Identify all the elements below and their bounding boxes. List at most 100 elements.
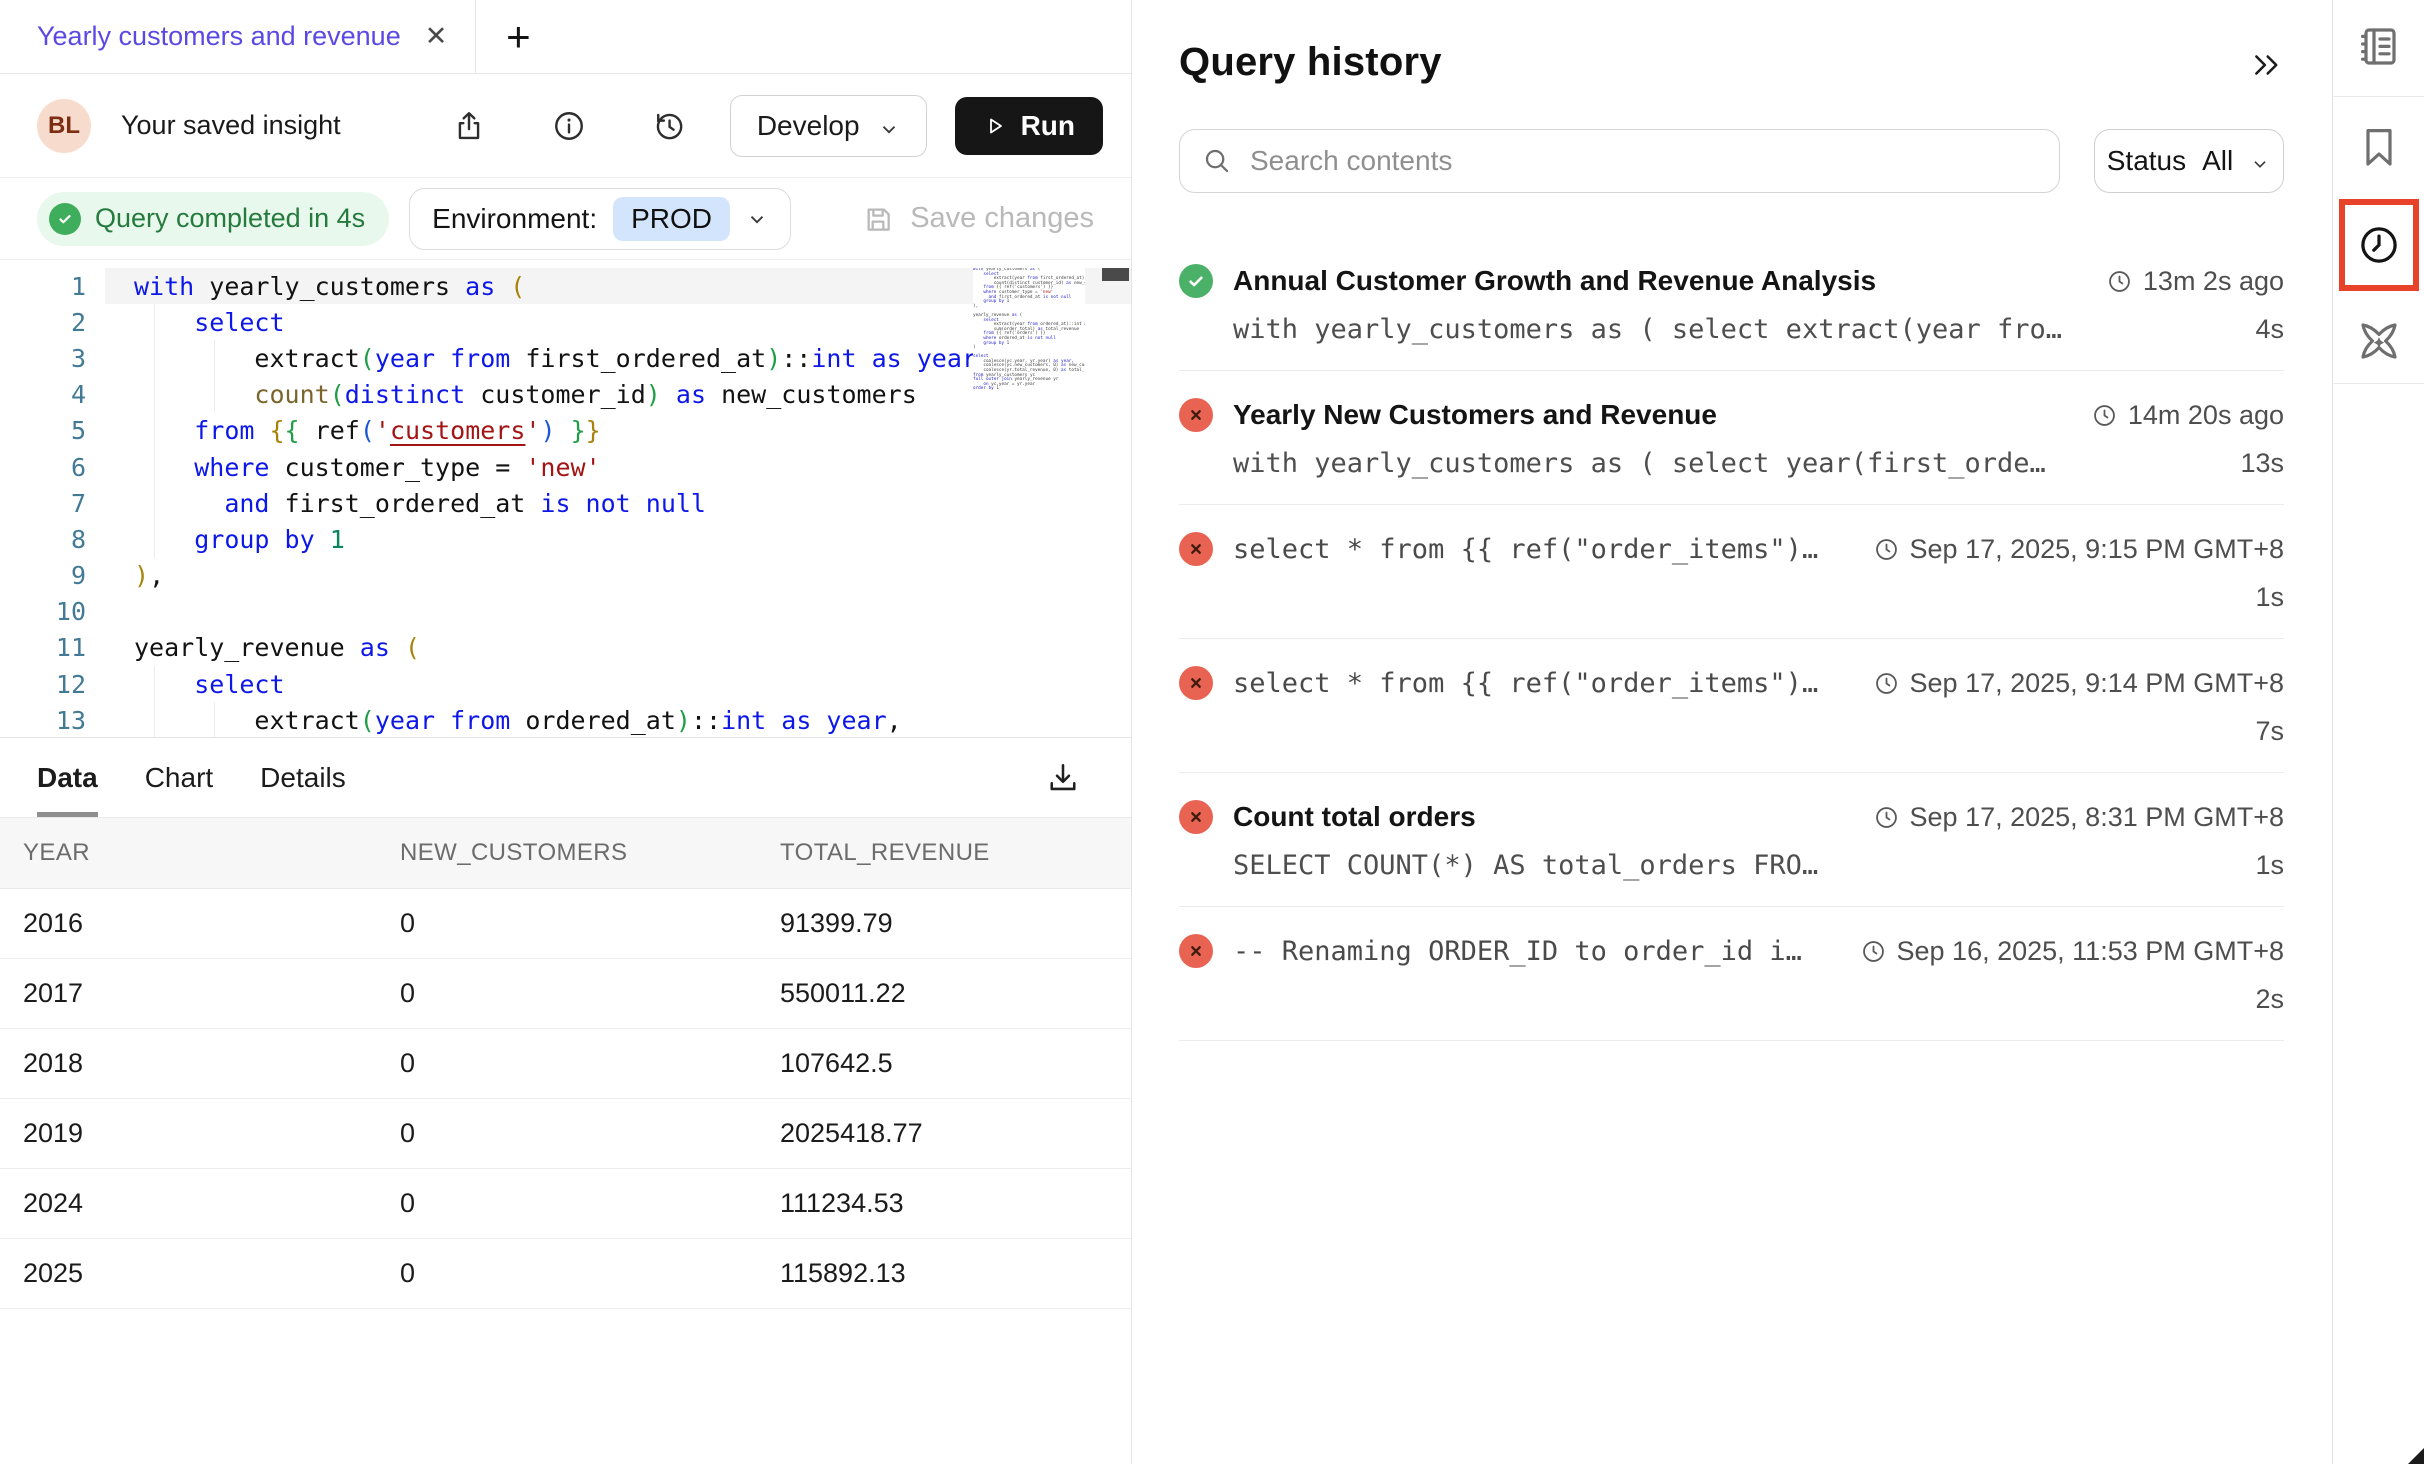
- code-text: group by 1: [86, 525, 345, 554]
- column-header: NEW_CUSTOMERS: [400, 839, 780, 867]
- status-bar: Query completed in 4s Environment: PROD …: [0, 178, 1131, 260]
- save-icon: [862, 203, 894, 235]
- environment-select[interactable]: Environment: PROD: [409, 188, 791, 250]
- develop-dropdown[interactable]: Develop: [730, 95, 927, 157]
- table-cell: 115892.13: [780, 1258, 1131, 1289]
- tab-data[interactable]: Data: [37, 738, 98, 817]
- query-history-panel: Query history Status All Annual Customer…: [1132, 0, 2332, 1464]
- sidebar-divider: [2333, 383, 2424, 384]
- header-actions: [452, 109, 686, 143]
- version-history-icon[interactable]: [652, 109, 686, 143]
- table-cell: 0: [400, 978, 780, 1009]
- line-number: 4: [0, 380, 86, 409]
- editor-scrollbar-thumb[interactable]: [1102, 268, 1129, 281]
- status-filter-value: All: [2202, 145, 2233, 177]
- search-icon: [1202, 146, 1232, 176]
- history-item-time: 14m 20s ago: [2071, 400, 2284, 431]
- table-cell: 0: [400, 908, 780, 939]
- history-item-sql: with yearly_customers as ( select extrac…: [1233, 314, 2062, 345]
- app-window: Yearly customers and revenue ✕ + BL Your…: [0, 0, 2424, 1464]
- download-icon[interactable]: [1045, 760, 1081, 796]
- tab-title: Yearly customers and revenue: [37, 21, 401, 52]
- new-tab-button[interactable]: +: [476, 0, 560, 73]
- history-item-sql: with yearly_customers as ( select year(f…: [1233, 448, 2046, 479]
- tab-yearly-customers-and-revenue[interactable]: Yearly customers and revenue ✕: [0, 0, 476, 73]
- history-item[interactable]: select * from {{ ref("order_items")…Sep …: [1179, 505, 2284, 639]
- code-line: 9),: [0, 558, 1131, 594]
- tab-close-icon[interactable]: ✕: [425, 21, 448, 52]
- highlight-annotation: [2339, 199, 2419, 291]
- code-text: where customer_type = 'new': [86, 453, 601, 482]
- search-input[interactable]: [1250, 145, 2037, 177]
- minimap[interactable]: with yearly_customers as ( select extrac…: [973, 268, 1085, 392]
- run-button[interactable]: Run: [955, 97, 1103, 155]
- code-line: 8 group by 1: [0, 521, 1131, 557]
- code-text: yearly_revenue as (: [86, 633, 420, 662]
- chevron-down-icon: [2249, 150, 2271, 172]
- avatar: BL: [37, 99, 91, 153]
- history-clock-icon[interactable]: [2356, 222, 2402, 268]
- line-number: 9: [0, 561, 86, 590]
- table-row: 20170550011.22: [0, 959, 1131, 1029]
- info-icon[interactable]: [552, 109, 586, 143]
- collapse-panel-icon[interactable]: [2250, 48, 2284, 82]
- tab-chart[interactable]: Chart: [145, 738, 213, 817]
- history-item[interactable]: Count total ordersSep 17, 2025, 8:31 PM …: [1179, 773, 2284, 907]
- table-header: YEARNEW_CUSTOMERSTOTAL_REVENUE: [0, 817, 1131, 889]
- tab-bar: Yearly customers and revenue ✕ +: [0, 0, 1131, 74]
- share-icon[interactable]: [452, 109, 486, 143]
- error-x-icon: [1179, 398, 1213, 432]
- table-cell: 2018: [23, 1048, 400, 1079]
- query-status-pill: Query completed in 4s: [37, 192, 389, 246]
- code-text: from {{ ref('customers') }}: [86, 416, 601, 445]
- error-x-icon: [1179, 666, 1213, 700]
- status-filter-dropdown[interactable]: Status All: [2094, 129, 2284, 193]
- line-number: 10: [0, 597, 86, 626]
- save-changes-button[interactable]: Save changes: [862, 202, 1094, 235]
- indent-guide: [214, 340, 215, 413]
- dbt-icon[interactable]: [2355, 317, 2403, 365]
- tab-details[interactable]: Details: [260, 738, 346, 817]
- table-cell: 2019: [23, 1118, 400, 1149]
- notebook-icon[interactable]: [2355, 22, 2403, 70]
- error-x-icon: [1179, 800, 1213, 834]
- minimap-line: order by 1: [973, 387, 1085, 392]
- code-text: extract(year from ordered_at)::int as ye…: [86, 706, 902, 735]
- history-item-duration: 2s: [2255, 984, 2284, 1015]
- table-cell: 2016: [23, 908, 400, 939]
- check-circle-icon: [49, 203, 81, 235]
- code-line: 3 extract(year from first_ordered_at)::i…: [0, 340, 1131, 376]
- code-lines: 1with yearly_customers as (2 select3 ext…: [0, 268, 1131, 737]
- column-header: TOTAL_REVENUE: [780, 839, 1131, 867]
- code-text: select: [86, 308, 285, 337]
- history-item-duration: 1s: [2255, 582, 2284, 613]
- table-cell: 2017: [23, 978, 400, 1009]
- history-item-title: select * from {{ ref("order_items")…: [1233, 668, 1818, 699]
- bookmark-icon[interactable]: [2355, 123, 2403, 171]
- history-item-time: 13m 2s ago: [2086, 266, 2284, 297]
- history-item[interactable]: Yearly New Customers and Revenue14m 20s …: [1179, 371, 2284, 505]
- sidebar-divider: [2333, 96, 2424, 97]
- line-number: 12: [0, 670, 86, 699]
- code-text: with yearly_customers as (: [86, 272, 525, 301]
- history-item-title: select * from {{ ref("order_items")…: [1233, 534, 1818, 565]
- line-number: 11: [0, 633, 86, 662]
- indent-guide: [214, 702, 215, 737]
- line-number: 13: [0, 706, 86, 735]
- line-number: 6: [0, 453, 86, 482]
- run-label: Run: [1021, 110, 1075, 142]
- history-item-title: Annual Customer Growth and Revenue Analy…: [1233, 265, 1876, 297]
- history-item[interactable]: select * from {{ ref("order_items")…Sep …: [1179, 639, 2284, 773]
- table-cell: 2025: [23, 1258, 400, 1289]
- code-line: 12 select: [0, 666, 1131, 702]
- insight-header: BL Your saved insight Develop Run: [0, 74, 1131, 178]
- table-cell: 0: [400, 1118, 780, 1149]
- history-item[interactable]: Annual Customer Growth and Revenue Analy…: [1179, 237, 2284, 371]
- table-cell: 107642.5: [780, 1048, 1131, 1079]
- history-item[interactable]: -- Renaming ORDER_ID to order_id i…Sep 1…: [1179, 907, 2284, 1041]
- sql-editor[interactable]: 1with yearly_customers as (2 select3 ext…: [0, 260, 1131, 737]
- table-cell: 0: [400, 1188, 780, 1219]
- table-cell: 2025418.77: [780, 1118, 1131, 1149]
- history-item-time: Sep 17, 2025, 8:31 PM GMT+8: [1853, 802, 2284, 833]
- chevron-down-icon: [746, 208, 768, 230]
